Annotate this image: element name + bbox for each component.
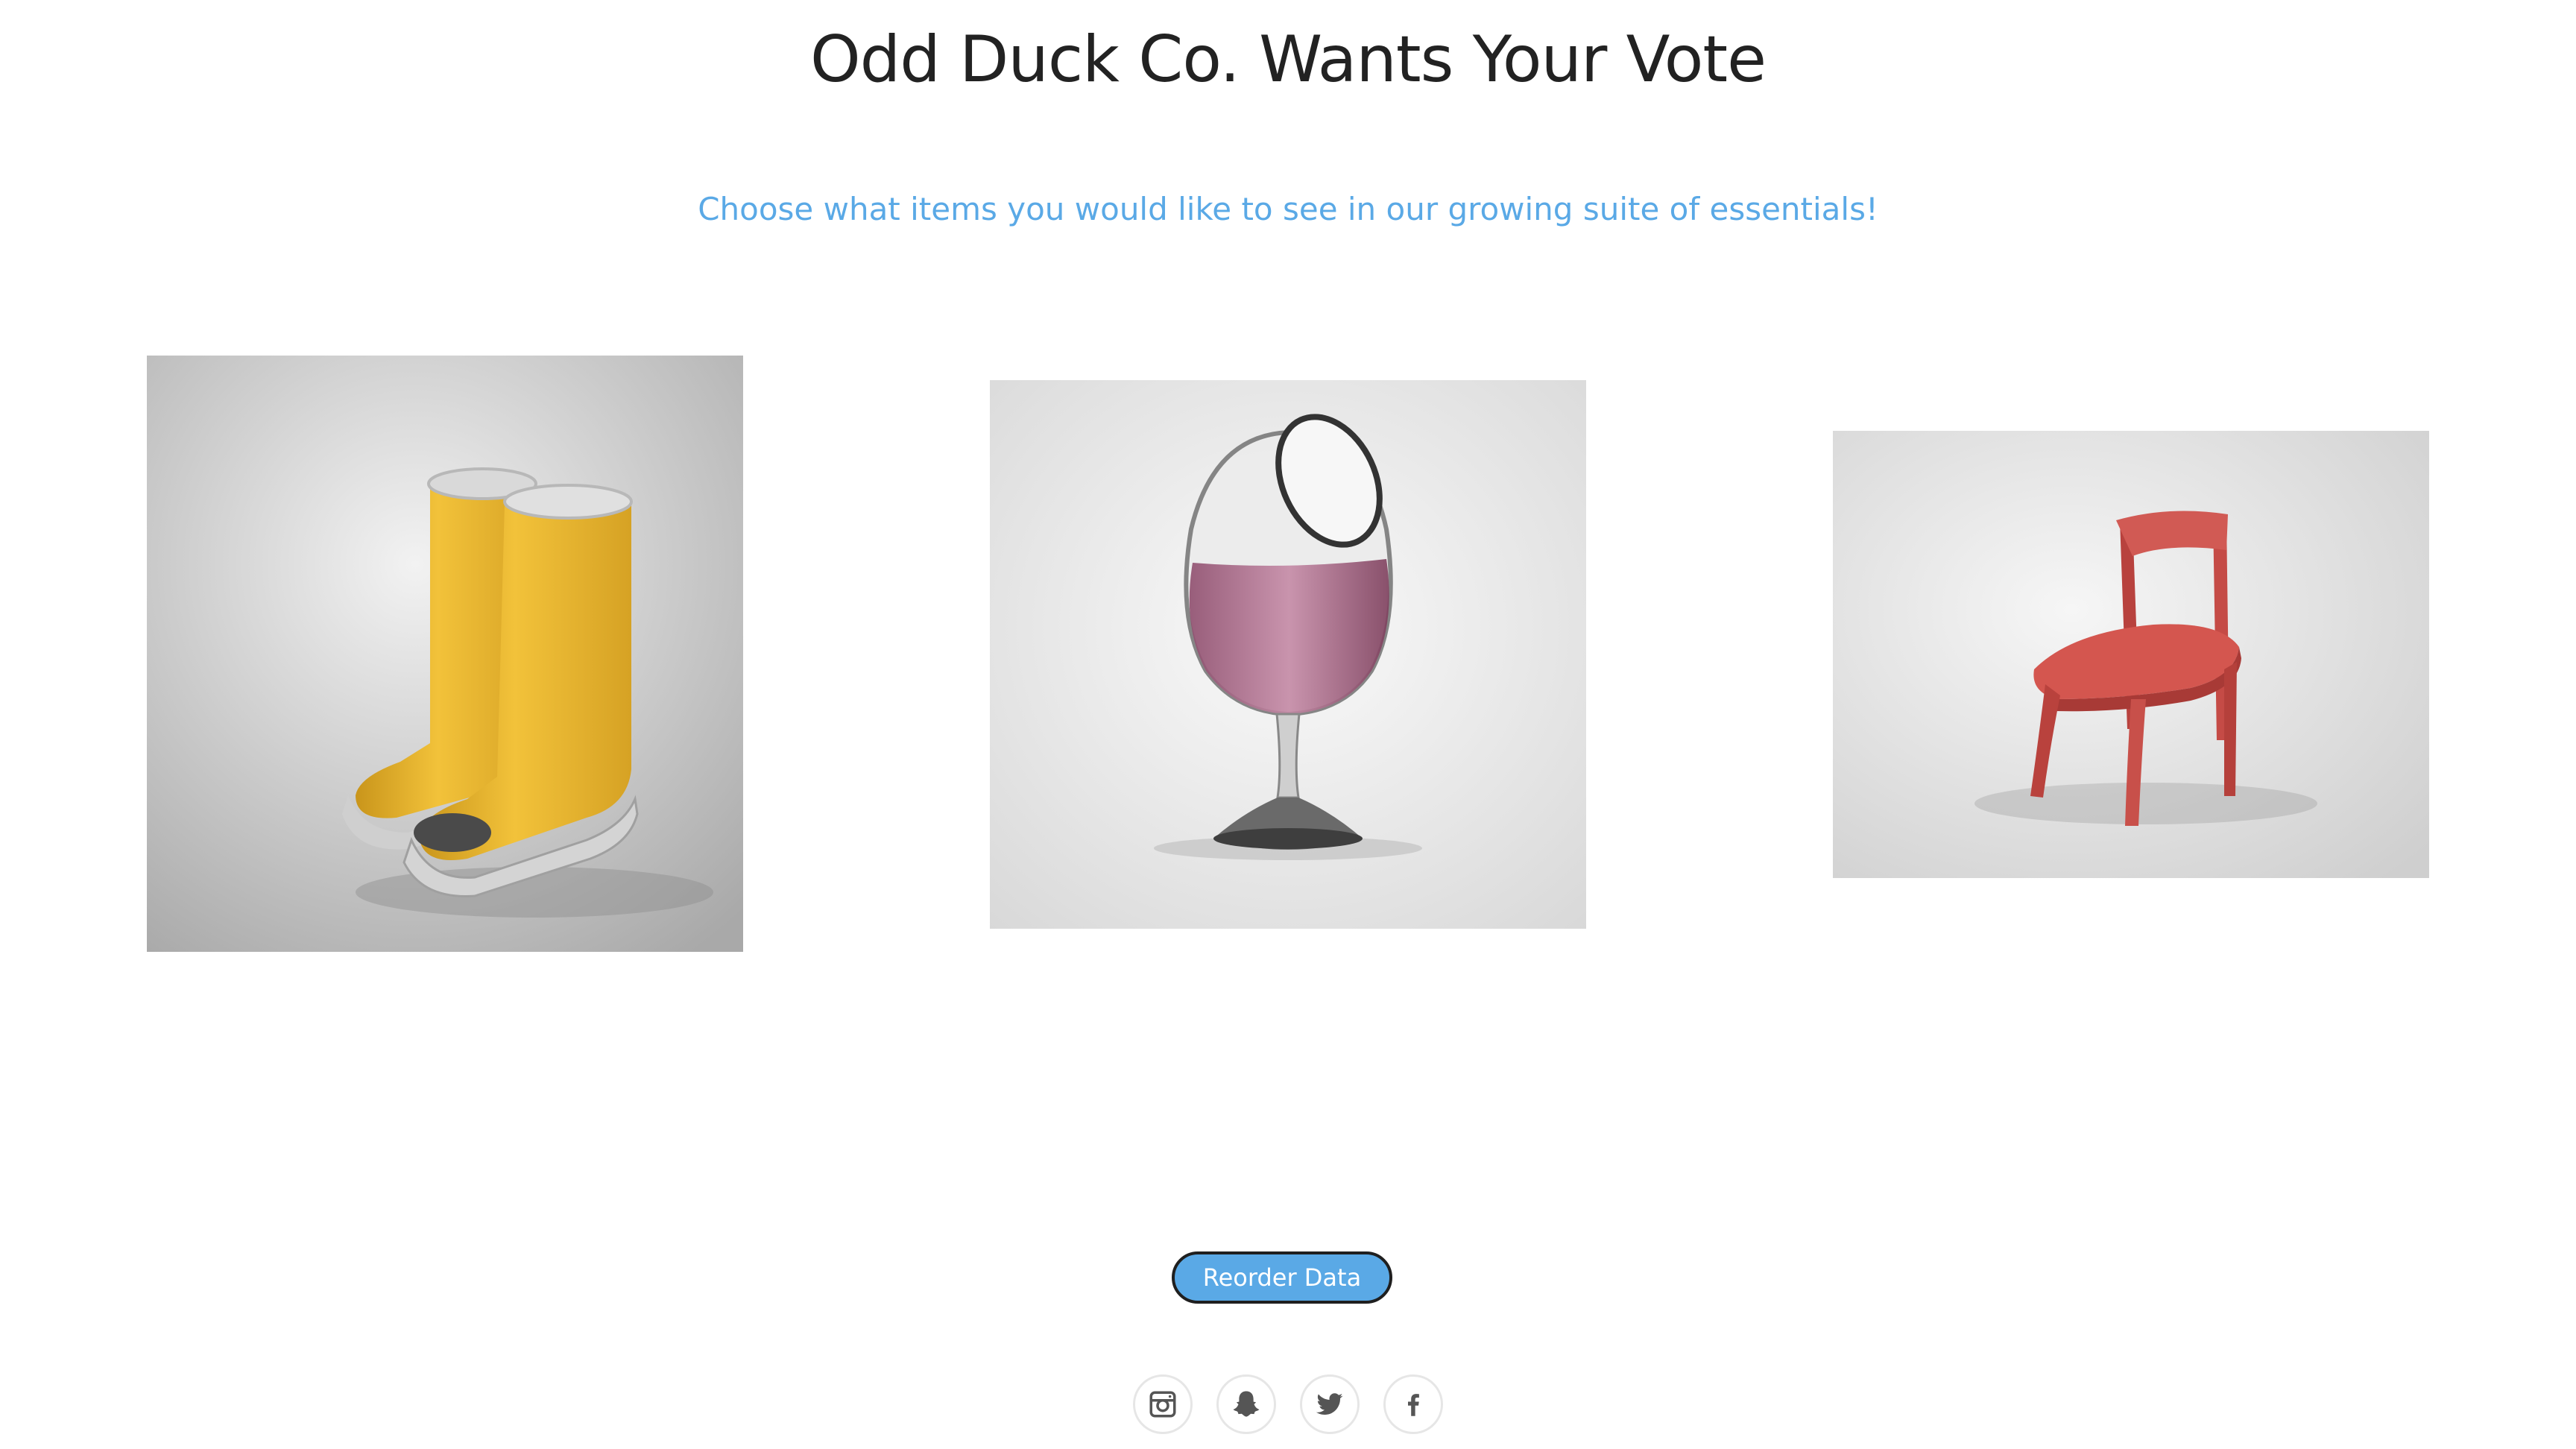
instagram-icon <box>1149 1391 1176 1418</box>
twitter-link[interactable] <box>1300 1374 1360 1434</box>
product-image-chair[interactable] <box>1833 431 2429 878</box>
facebook-link[interactable] <box>1383 1374 1443 1434</box>
page-title: Odd Duck Co. Wants Your Vote <box>809 22 1767 97</box>
voting-page: Odd Duck Co. Wants Your Vote Choose what… <box>0 0 2576 1449</box>
instagram-link[interactable] <box>1133 1374 1193 1434</box>
reorder-data-button[interactable]: Reorder Data <box>1172 1251 1392 1304</box>
snapchat-link[interactable] <box>1216 1374 1276 1434</box>
snapchat-icon <box>1233 1391 1260 1417</box>
page-subtitle: Choose what items you would like to see … <box>698 191 1878 227</box>
twitter-icon <box>1316 1393 1343 1415</box>
product-image-wine-glass[interactable] <box>990 380 1586 929</box>
product-image-boots[interactable] <box>147 356 743 952</box>
facebook-icon <box>1408 1394 1419 1416</box>
